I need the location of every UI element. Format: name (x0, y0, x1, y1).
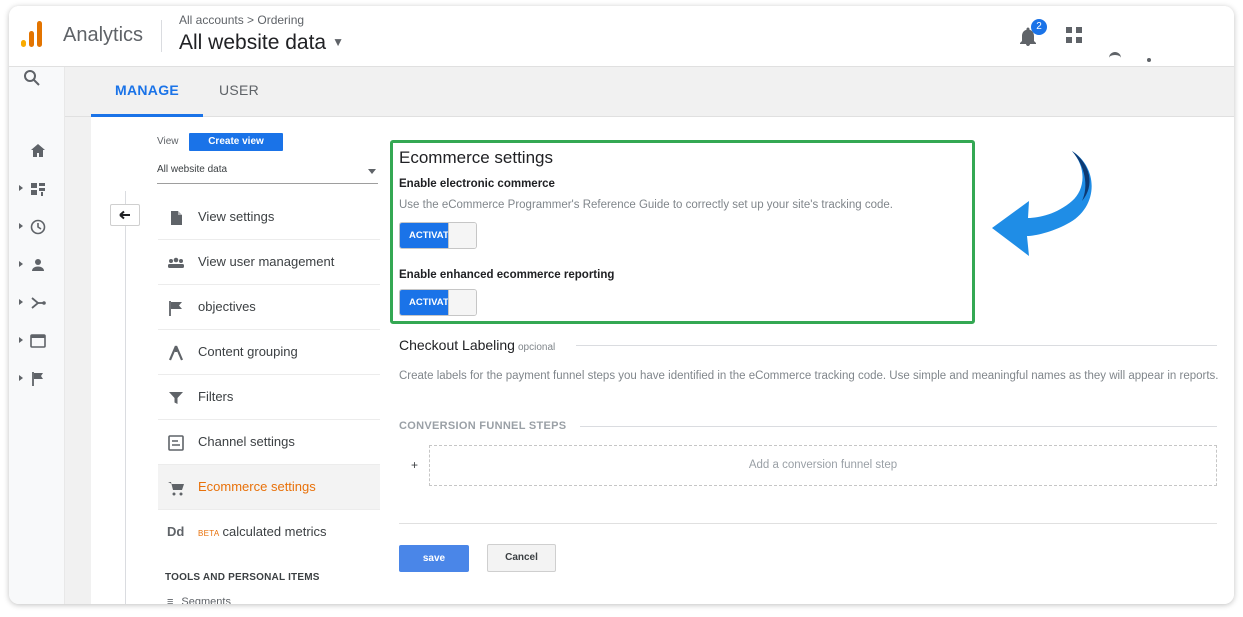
plus-icon[interactable]: + (411, 458, 418, 472)
enable-ecommerce-desc: Use the eCommerce Programmer's Reference… (399, 199, 893, 211)
acquisition-nav[interactable] (15, 292, 59, 316)
apps-grid-icon[interactable] (1066, 27, 1082, 43)
tab-user[interactable]: USER (219, 82, 259, 98)
menu-item-view-settings[interactable]: View settings (158, 195, 380, 240)
behavior-nav[interactable] (15, 330, 59, 354)
section-divider (576, 345, 1217, 346)
expand-arrow-icon (19, 261, 23, 267)
top-header: Analytics All accounts > Ordering All we… (9, 6, 1234, 67)
back-arrow-icon (119, 210, 130, 220)
ecommerce-title: Ecommerce settings (399, 148, 553, 167)
back-button[interactable] (110, 204, 140, 226)
view-selector[interactable]: All website data (157, 164, 378, 184)
menu-item-label: objectives (198, 299, 256, 314)
account-name: All website data (179, 31, 327, 54)
dd-icon: Dd (167, 524, 185, 539)
cancel-button[interactable]: Cancel (487, 544, 556, 572)
dashboard-icon (31, 183, 45, 196)
toggle-knob (448, 223, 476, 248)
toggle-on-label: ACTIVATED (400, 290, 448, 315)
home-nav[interactable] (15, 140, 59, 164)
account-avatar-icon[interactable] (1109, 46, 1189, 66)
checkout-desc: Create labels for the payment funnel ste… (399, 370, 1219, 382)
flag-icon (32, 372, 43, 386)
filter-icon (169, 392, 183, 404)
expand-arrow-icon (19, 299, 23, 305)
users-icon (168, 257, 184, 268)
column-divider (125, 191, 126, 604)
enable-ecommerce-label: Enable electronic commerce (399, 178, 555, 190)
tools-heading: TOOLS AND PERSONAL ITEMS (165, 572, 320, 583)
cart-icon (168, 482, 184, 496)
home-icon (31, 144, 45, 157)
expand-arrow-icon (19, 337, 23, 343)
menu-item-label: Channel settings (198, 434, 295, 449)
realtime-nav[interactable] (15, 216, 59, 240)
notification-badge: 2 (1031, 19, 1047, 35)
menu-item-filters[interactable]: Filters (158, 375, 380, 420)
brand-name: Analytics (63, 24, 144, 46)
beta-badge: BETA (198, 529, 220, 538)
segments-icon: ≡ (167, 596, 174, 604)
customization-nav[interactable] (15, 178, 59, 202)
ecommerce-toggle[interactable]: ACTIVATED (399, 222, 477, 249)
expand-arrow-icon (19, 375, 23, 381)
menu-item-label: View settings (198, 209, 275, 224)
view-label: View (157, 136, 179, 147)
save-button[interactable]: save (399, 545, 469, 572)
tab-manage[interactable]: MANAGE (115, 82, 179, 98)
checkout-title: Checkout Labeling opcional (399, 337, 555, 353)
view-selected: All website data (157, 164, 228, 175)
expand-arrow-icon (19, 223, 23, 229)
funnel-heading: CONVERSION FUNNEL STEPS (399, 420, 567, 432)
expand-arrow-icon (19, 185, 23, 191)
audience-nav[interactable] (15, 254, 59, 278)
menu-item-label: Ecommerce settings (198, 479, 316, 494)
person-icon (32, 259, 44, 271)
admin-tabs: MANAGE USER (65, 67, 1234, 117)
caret-down-icon: ▼ (332, 35, 344, 49)
left-nav-rail (9, 67, 65, 604)
add-funnel-step-button[interactable]: Add a conversion funnel step (429, 445, 1217, 486)
acquisition-icon (31, 297, 46, 309)
analytics-logo-icon[interactable] (21, 20, 43, 48)
toggle-knob (448, 290, 476, 315)
breadcrumb[interactable]: All accounts > Ordering (179, 13, 304, 27)
menu-item-objectives[interactable]: objectives (158, 285, 380, 330)
view-menu: View settings View user management objec… (158, 195, 380, 555)
header-divider (161, 20, 162, 52)
search-icon[interactable] (23, 69, 41, 87)
enhanced-ecommerce-toggle[interactable]: ACTIVATED (399, 289, 477, 316)
menu-item-calculated-metrics[interactable]: Dd BETA calculated metrics (158, 510, 380, 555)
document-icon (171, 211, 182, 225)
menu-item-content-grouping[interactable]: Content grouping (158, 330, 380, 375)
toggle-on-label: ACTIVATED (400, 223, 448, 248)
menu-item-label: View user management (198, 254, 335, 269)
optional-tag: opcional (517, 342, 556, 353)
behavior-icon (30, 334, 46, 348)
menu-item-label: Filters (198, 389, 234, 404)
checkout-title-text: Checkout Labeling (399, 337, 515, 353)
account-selector[interactable]: All website data ▼ (179, 31, 344, 55)
conversions-nav[interactable] (15, 368, 59, 392)
flag-icon (169, 301, 182, 316)
footer-divider (399, 523, 1217, 524)
enhanced-ecommerce-label: Enable enhanced ecommerce reporting (399, 269, 615, 281)
channel-icon (168, 435, 184, 451)
grouping-icon (168, 345, 184, 361)
section-divider (580, 426, 1217, 427)
menu-item-label: calculated metrics (222, 524, 327, 539)
menu-item-label: Content grouping (198, 344, 298, 359)
create-view-button[interactable]: Create view (189, 133, 283, 151)
menu-item-channel-settings[interactable]: Channel settings (158, 420, 380, 465)
dropdown-arrow-icon (368, 169, 376, 174)
menu-item-view-user-management[interactable]: View user management (158, 240, 380, 285)
menu-item-segments[interactable]: ≡ Segments (167, 596, 231, 604)
curved-arrow-icon (992, 151, 1092, 256)
clock-icon (30, 219, 46, 235)
content-gutter (65, 117, 91, 604)
menu-item-ecommerce-settings[interactable]: Ecommerce settings (158, 465, 380, 510)
app-window: Analytics All accounts > Ordering All we… (9, 6, 1234, 604)
menu-item-label: Segments (181, 596, 231, 604)
